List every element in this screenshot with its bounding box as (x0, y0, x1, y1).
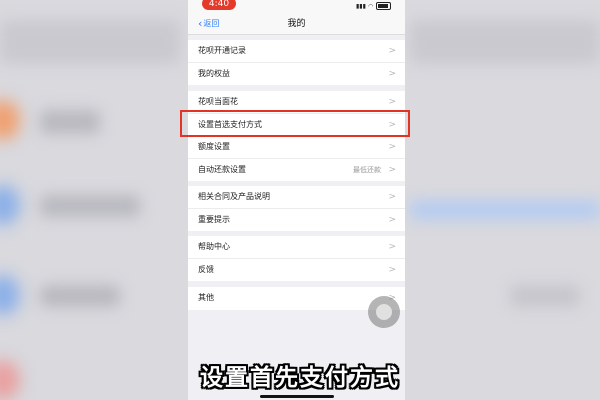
chevron-right-icon: > (388, 214, 396, 225)
highlight-box (180, 110, 410, 137)
list-item-label: 我的权益 (198, 68, 230, 78)
list-item-feedback[interactable]: 反馈 > (188, 259, 405, 282)
battery-icon (376, 2, 391, 10)
list-item-contracts[interactable]: 相关合同及产品说明 > (188, 186, 405, 209)
nav-bar: ‹返回 我的 (188, 14, 405, 35)
chevron-right-icon: > (388, 242, 396, 252)
list-item-my-benefits[interactable]: 我的权益 > (188, 63, 405, 86)
list-item-auto-repay[interactable]: 自动还款设置 最低还款 > (188, 159, 405, 182)
chevron-right-icon: > (388, 68, 396, 79)
list-item-label: 反馈 (198, 264, 214, 274)
list-item-label: 重要提示 (198, 214, 230, 224)
auto-repay-value: 最低还款 (353, 165, 381, 174)
list-item-important-notice[interactable]: 重要提示 > (188, 209, 405, 232)
chevron-right-icon: > (388, 142, 396, 152)
list-item-limit-settings[interactable]: 额度设置 > (188, 136, 405, 159)
list-item-label: 额度设置 (198, 142, 230, 151)
signal-icon: ▮▮▮ (356, 3, 366, 10)
list-item-label: 花呗开通记录 (198, 46, 246, 55)
settings-group-3: 相关合同及产品说明 > 重要提示 > (188, 186, 405, 231)
list-item-help-center[interactable]: 帮助中心 > (188, 236, 405, 259)
phone-screen: 4:40 ▮▮▮ ◠ ‹返回 我的 花呗开通记录 > 我的权益 > 花呗当面花 … (188, 0, 405, 400)
list-item-label: 其他 (198, 293, 214, 302)
list-item-label: 帮助中心 (198, 242, 230, 251)
video-caption: 设置首先支付方式 (200, 365, 400, 391)
settings-group-4: 帮助中心 > 反馈 > (188, 236, 405, 281)
chevron-right-icon: > (388, 192, 396, 202)
page-title: 我的 (287, 19, 306, 29)
assistive-touch-icon[interactable] (368, 296, 400, 328)
wifi-icon: ◠ (368, 3, 374, 10)
list-item-label: 相关合同及产品说明 (198, 192, 270, 201)
chevron-right-icon: > (388, 46, 396, 56)
status-bar: 4:40 ▮▮▮ ◠ (188, 0, 405, 14)
chevron-right-icon: > (388, 164, 396, 175)
home-indicator (260, 395, 334, 398)
list-item-label: 自动还款设置 (198, 164, 246, 174)
chevron-right-icon: > (388, 264, 396, 275)
status-time: 4:40 (202, 0, 236, 10)
settings-group-1: 花呗开通记录 > 我的权益 > (188, 40, 405, 85)
list-item-huabei-records[interactable]: 花呗开通记录 > (188, 40, 405, 63)
